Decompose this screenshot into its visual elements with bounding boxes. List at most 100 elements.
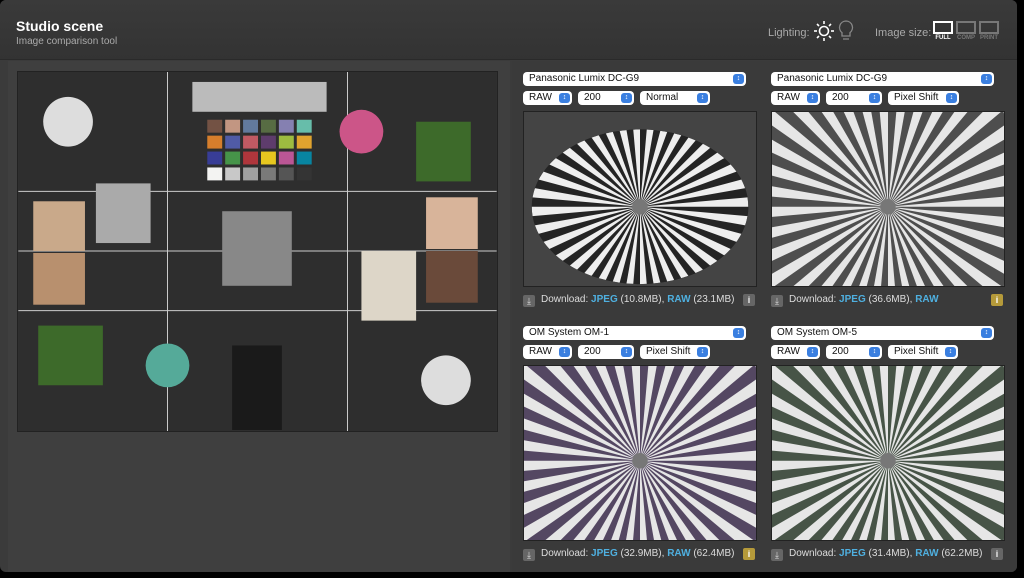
select-arrows-icon: ↕ <box>697 347 708 357</box>
select-arrows-icon: ↕ <box>869 93 880 103</box>
download-row: ⤓ Download: JPEG (10.8MB), RAW (23.1MB) <box>523 294 734 307</box>
size-comp-button[interactable]: COMP <box>956 21 976 41</box>
color-patch <box>243 119 258 133</box>
app-window: Studio scene Image comparison tool Light… <box>0 0 1017 572</box>
iso-select[interactable]: 200 ↕ <box>578 91 634 105</box>
format-value: RAW <box>777 92 800 103</box>
jpeg-download-link[interactable]: JPEG <box>591 294 618 305</box>
info-icon[interactable]: i <box>991 548 1003 560</box>
download-icon[interactable]: ⤓ <box>771 549 783 561</box>
select-arrows-icon: ↕ <box>869 347 880 357</box>
color-patch <box>207 135 223 149</box>
jpeg-download-link[interactable]: JPEG <box>839 548 866 559</box>
info-icon[interactable]: i <box>991 294 1003 306</box>
download-row: ⤓ Download: JPEG (32.9MB), RAW (62.4MB) <box>523 548 734 561</box>
color-patch <box>207 167 223 181</box>
lighting-label: Lighting: <box>768 27 810 39</box>
jpeg-download-link[interactable]: JPEG <box>839 294 866 305</box>
select-arrows-icon: ↕ <box>945 347 956 357</box>
color-patch <box>243 151 258 165</box>
bulb-icon[interactable] <box>838 20 854 42</box>
mode-select[interactable]: Pixel Shift ↕ <box>640 345 710 359</box>
camera-select[interactable]: OM System OM-1 ↕ <box>523 326 746 340</box>
color-patch <box>207 151 223 165</box>
info-icon[interactable]: i <box>743 294 755 306</box>
raw-download-link[interactable]: RAW <box>915 548 938 559</box>
crop-image[interactable] <box>771 111 1005 287</box>
crop-image[interactable] <box>523 365 757 541</box>
size-label: PRINT <box>980 35 998 41</box>
info-icon[interactable]: i <box>743 548 755 560</box>
download-label: Download: <box>541 548 589 559</box>
format-value: RAW <box>529 346 552 357</box>
jpeg-size: (31.4MB), <box>868 548 913 559</box>
color-patch <box>278 151 294 165</box>
mode-select[interactable]: Pixel Shift ↕ <box>888 345 958 359</box>
download-icon[interactable]: ⤓ <box>523 549 535 561</box>
size-label: FULL <box>935 35 951 41</box>
mode-select[interactable]: Normal ↕ <box>640 91 710 105</box>
iso-value: 200 <box>832 92 849 103</box>
size-full-button[interactable]: FULL <box>933 21 953 41</box>
download-label: Download: <box>541 294 589 305</box>
jpeg-size: (10.8MB), <box>620 294 665 305</box>
color-patch <box>296 119 312 133</box>
raw-download-link[interactable]: RAW <box>667 294 690 305</box>
camera-select[interactable]: Panasonic Lumix DC-G9 ↕ <box>771 72 994 86</box>
page-title: Studio scene <box>16 18 104 34</box>
raw-size: (62.4MB) <box>693 548 735 559</box>
color-patch <box>296 167 312 181</box>
header: Studio scene Image comparison tool Light… <box>0 0 1017 60</box>
format-select[interactable]: RAW ↕ <box>771 91 820 105</box>
siemens-star <box>772 366 1004 540</box>
color-patch <box>260 119 276 133</box>
format-value: RAW <box>529 92 552 103</box>
camera-value: OM System OM-5 <box>777 327 858 338</box>
color-patch <box>278 135 294 149</box>
iso-select[interactable]: 200 ↕ <box>826 345 882 359</box>
page-subtitle: Image comparison tool <box>16 36 118 47</box>
image-size-label: Image size: <box>875 27 932 39</box>
siemens-star <box>524 366 756 540</box>
iso-value: 200 <box>832 346 849 357</box>
mode-value: Pixel Shift <box>894 92 939 103</box>
raw-size: (23.1MB) <box>693 294 735 305</box>
iso-value: 200 <box>584 92 601 103</box>
format-select[interactable]: RAW ↕ <box>523 91 572 105</box>
select-arrows-icon: ↕ <box>981 328 992 338</box>
select-arrows-icon: ↕ <box>807 347 818 357</box>
select-arrows-icon: ↕ <box>559 347 570 357</box>
studio-scene-image[interactable] <box>17 71 498 432</box>
download-icon[interactable]: ⤓ <box>771 295 783 307</box>
select-arrows-icon: ↕ <box>733 328 744 338</box>
select-arrows-icon: ↕ <box>621 347 632 357</box>
mode-value: Pixel Shift <box>646 346 691 357</box>
color-patch <box>225 119 241 133</box>
download-row: ⤓ Download: JPEG (31.4MB), RAW (62.2MB) <box>771 548 982 561</box>
crop-image[interactable] <box>771 365 1005 541</box>
select-arrows-icon: ↕ <box>697 93 708 103</box>
select-arrows-icon: ↕ <box>621 93 632 103</box>
mode-select[interactable]: Pixel Shift ↕ <box>888 91 959 105</box>
raw-download-link[interactable]: RAW <box>915 294 938 305</box>
iso-select[interactable]: 200 ↕ <box>826 91 882 105</box>
download-icon[interactable]: ⤓ <box>523 295 535 307</box>
raw-download-link[interactable]: RAW <box>667 548 690 559</box>
jpeg-size: (36.6MB), <box>868 294 913 305</box>
siemens-star <box>772 112 1004 286</box>
jpeg-size: (32.9MB), <box>620 548 665 559</box>
mode-value: Normal <box>646 92 679 103</box>
color-patch <box>207 119 223 133</box>
sun-icon[interactable] <box>814 21 834 41</box>
format-value: RAW <box>777 346 800 357</box>
format-select[interactable]: RAW ↕ <box>523 345 572 359</box>
format-select[interactable]: RAW ↕ <box>771 345 820 359</box>
iso-select[interactable]: 200 ↕ <box>578 345 634 359</box>
size-print-button[interactable]: PRINT <box>979 21 999 41</box>
jpeg-download-link[interactable]: JPEG <box>591 548 618 559</box>
camera-select[interactable]: OM System OM-5 ↕ <box>771 326 994 340</box>
camera-select[interactable]: Panasonic Lumix DC-G9 ↕ <box>523 72 746 86</box>
color-patch <box>225 151 241 165</box>
crop-image[interactable] <box>523 111 757 287</box>
color-patch <box>278 119 294 133</box>
